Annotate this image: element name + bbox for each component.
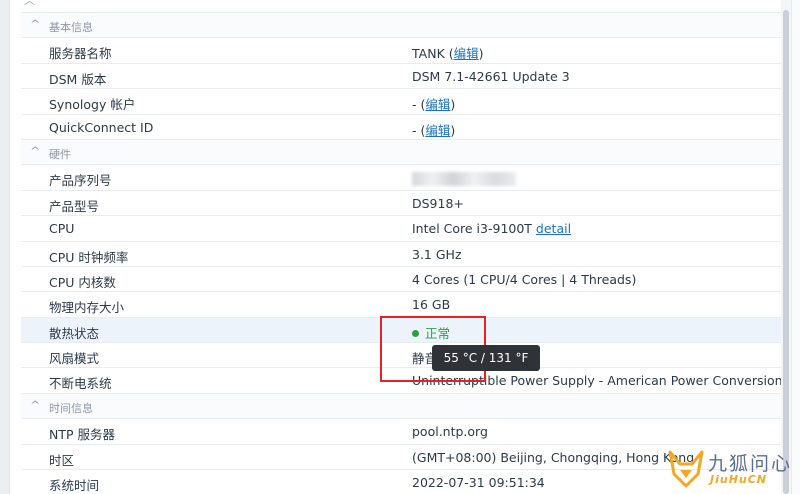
row-value: - (编辑)	[412, 122, 456, 138]
table-row-cpu-clock: CPU 时钟频率 3.1 GHz	[21, 240, 781, 266]
table-row-ntp-server: NTP 服务器 pool.ntp.org	[21, 418, 781, 443]
row-label: 服务器名称	[49, 46, 112, 62]
row-label: 不断电系统	[49, 376, 112, 392]
row-label: 系统时间	[49, 478, 100, 494]
table-row-model: 产品型号 DS918+	[21, 189, 781, 215]
table-row-cpu: CPU Intel Core i3-9100T detail	[21, 215, 781, 240]
table-row-serial-number: 产品序列号	[21, 164, 781, 189]
table-row-server-name: 服务器名称 TANK (编辑)	[21, 37, 781, 62]
watermark: 九狐问心 JiuHuCN	[668, 446, 794, 490]
row-value: 16 GB	[412, 297, 451, 313]
row-label: 散热状态	[49, 325, 100, 341]
row-label: DSM 版本	[49, 71, 107, 87]
section-title: 时间信息	[49, 401, 93, 415]
row-label: 产品型号	[49, 198, 100, 214]
cpu-detail-link[interactable]: detail	[536, 221, 571, 236]
row-label: QuickConnect ID	[49, 119, 154, 135]
scrollbar-thumb[interactable]	[783, 10, 789, 494]
table-row-quickconnect-id: QuickConnect ID - (编辑)	[21, 113, 781, 139]
watermark-cn: 九狐问心	[708, 453, 793, 475]
row-label: CPU	[49, 221, 75, 237]
row-label: 产品序列号	[49, 173, 112, 189]
edit-link[interactable]: 编辑	[454, 46, 479, 61]
row-value: DS918+	[412, 195, 464, 211]
row-value: (GMT+08:00) Beijing, Chongqing, Hong Kon…	[412, 449, 695, 465]
left-panel-edge	[0, 0, 10, 494]
section-title: 基本信息	[49, 21, 93, 34]
table-row-synology-account: Synology 帐户 - (编辑)	[21, 88, 781, 113]
edit-link[interactable]: 编辑	[425, 97, 450, 112]
table-row-cpu-cores: CPU 内核数 4 Cores (1 CPU/4 Cores | 4 Threa…	[21, 265, 781, 291]
table-row-system-time: 系统时间 2022-07-31 09:51:34	[21, 469, 781, 494]
row-label: CPU 时钟频率	[49, 249, 129, 265]
row-value: Intel Core i3-9100T detail	[412, 221, 572, 237]
section-header-hardware[interactable]: ^ 硬件	[21, 138, 781, 165]
section-title: 硬件	[49, 147, 71, 161]
chevron-up-icon[interactable]: ^	[30, 400, 40, 411]
info-table: ^ 基本信息 服务器名称 TANK (编辑) DSM 版本 DSM 7.1-42…	[21, 12, 783, 494]
row-label: 时区	[49, 452, 75, 468]
chevron-up-icon[interactable]: ︿	[24, 0, 35, 8]
row-value: 4 Cores (1 CPU/4 Cores | 4 Threads)	[412, 271, 637, 287]
table-row-dsm-version: DSM 版本 DSM 7.1-42661 Update 3	[21, 62, 781, 88]
temperature-tooltip: 55 °C / 131 °F	[432, 345, 540, 371]
section-header-basic[interactable]: ^ 基本信息	[21, 12, 781, 38]
table-row-memory: 物理内存大小 16 GB	[21, 291, 781, 316]
right-panel-edge	[791, 0, 800, 494]
row-value: 2022-07-31 09:51:34	[412, 475, 545, 491]
watermark-en: JiuHuCN	[710, 473, 768, 486]
row-value: pool.ntp.org	[412, 424, 488, 440]
row-value: DSM 7.1-42661 Update 3	[412, 68, 570, 84]
chevron-up-icon[interactable]: ^	[30, 19, 40, 30]
redacted-serial	[412, 171, 516, 186]
row-value: TANK (编辑)	[412, 46, 484, 62]
edit-link[interactable]: 编辑	[425, 123, 450, 138]
row-value	[412, 170, 516, 186]
chevron-up-icon[interactable]: ^	[30, 146, 40, 157]
row-label: Synology 帐户	[49, 97, 136, 113]
row-label: NTP 服务器	[49, 427, 115, 443]
row-value: - (编辑)	[412, 97, 456, 113]
fox-logo-icon	[668, 450, 704, 488]
section-header-time[interactable]: ^ 时间信息	[21, 392, 781, 419]
row-label: CPU 内核数	[49, 274, 116, 290]
row-value: 3.1 GHz	[412, 246, 462, 262]
table-row-timezone: 时区 (GMT+08:00) Beijing, Chongqing, Hong …	[21, 443, 781, 469]
row-label: 物理内存大小	[49, 300, 125, 316]
row-label: 风扇模式	[49, 351, 100, 367]
